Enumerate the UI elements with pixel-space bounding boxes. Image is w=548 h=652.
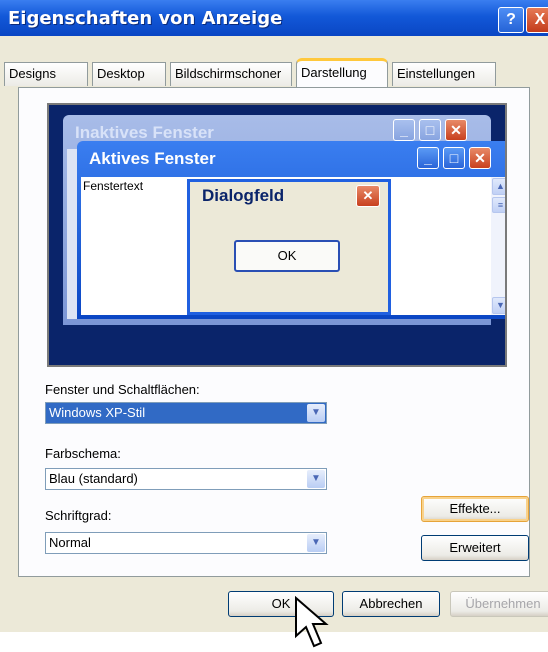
cancel-button[interactable]: Abbrechen <box>342 591 440 617</box>
window-text: Fenstertext <box>83 179 144 193</box>
scroll-thumb: ≡ <box>492 197 505 213</box>
windows-buttons-label: Fenster und Schaltflächen: <box>45 382 200 397</box>
appearance-preview: Inaktives Fenster _ □ ✕ Aktives Fenster … <box>47 103 507 367</box>
tab-desktop[interactable]: Desktop <box>92 62 166 86</box>
title-bar[interactable]: Eigenschaften von Anzeige ? X <box>0 0 548 36</box>
close-icon: ✕ <box>469 147 491 169</box>
font-size-label: Schriftgrad: <box>45 508 112 523</box>
advanced-button[interactable]: Erweitert <box>421 535 529 561</box>
close-button[interactable]: X <box>526 7 548 33</box>
active-window-title: Aktives Fenster <box>89 149 216 168</box>
inactive-window-title: Inaktives Fenster <box>75 123 214 142</box>
dialog-preview: Dialogfeld ✕ OK <box>187 179 391 315</box>
maximize-icon: □ <box>419 119 441 141</box>
dialog-title: Dialogfeld <box>202 186 285 205</box>
help-button[interactable]: ? <box>498 7 524 33</box>
chevron-down-icon[interactable]: ▼ <box>307 470 325 488</box>
window-title: Eigenschaften von Anzeige <box>8 8 283 29</box>
display-properties-window: Eigenschaften von Anzeige ? X Designs De… <box>0 0 548 632</box>
tab-screensaver[interactable]: Bildschirmschoner <box>170 62 292 86</box>
apply-button[interactable]: Übernehmen <box>450 591 548 617</box>
tab-designs[interactable]: Designs <box>4 62 88 86</box>
chevron-down-icon[interactable]: ▼ <box>307 404 325 422</box>
color-scheme-label: Farbschema: <box>45 446 121 461</box>
tab-appearance[interactable]: Darstellung <box>296 58 388 88</box>
mouse-pointer-icon <box>295 596 329 648</box>
effects-button[interactable]: Effekte... <box>421 496 529 522</box>
scroll-up-icon: ▲ <box>492 178 505 195</box>
color-scheme-select[interactable]: Blau (standard) ▼ <box>45 468 327 490</box>
windows-buttons-select[interactable]: Windows XP-Stil ▼ <box>45 402 327 424</box>
chevron-down-icon[interactable]: ▼ <box>307 534 325 552</box>
close-icon: ✕ <box>445 119 467 141</box>
minimize-icon: _ <box>417 147 439 169</box>
dialog-ok-button: OK <box>234 240 340 272</box>
scroll-down-icon: ▼ <box>492 297 505 314</box>
tab-settings[interactable]: Einstellungen <box>392 62 496 86</box>
preview-scrollbar: ▲ ≡ ▼ <box>491 177 505 315</box>
maximize-icon: □ <box>443 147 465 169</box>
appearance-panel: Inaktives Fenster _ □ ✕ Aktives Fenster … <box>18 87 530 577</box>
tab-strip: Designs Desktop Bildschirmschoner Darste… <box>0 58 548 88</box>
minimize-icon: _ <box>393 119 415 141</box>
font-size-select[interactable]: Normal ▼ <box>45 532 327 554</box>
close-icon: ✕ <box>356 185 380 207</box>
